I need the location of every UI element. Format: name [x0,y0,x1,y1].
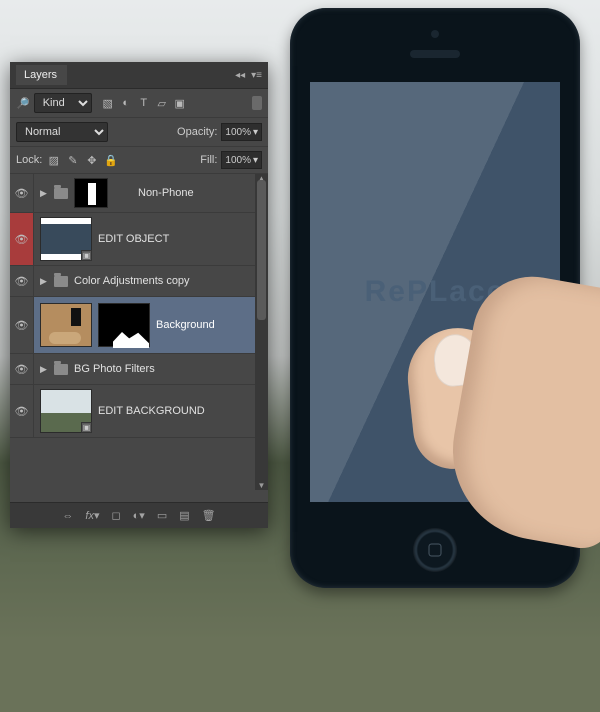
layer-thumbnail[interactable]: ▣ [40,389,92,433]
disclosure-icon[interactable]: ▶ [40,276,48,287]
fill-input[interactable]: 100%▾ [221,151,262,169]
panel-bottombar: ⇔ fx▾ ◻ ◐▾ ▭ ▤ 🗑 [10,502,268,528]
folder-icon [54,188,68,199]
phone-earpiece [410,50,460,58]
disclosure-icon[interactable]: ▶ [40,188,48,199]
new-layer-icon[interactable]: ▤ [179,509,189,522]
adjust-filter-icon[interactable]: ◐ [118,95,134,111]
visibility-toggle[interactable]: 👁 [15,233,29,246]
fill-label: Fill: [200,154,217,166]
panel-menu-icon[interactable]: ▾≡ [251,70,262,81]
shape-filter-icon[interactable]: ▱ [154,95,170,111]
smartobject-badge-icon: ▣ [81,422,92,433]
layers-panel: Layers ◂◂ ▾≡ 🔎 Kind ▧ ◐ T ▱ ▣ Normal Opa… [10,62,268,528]
lock-transparent-icon[interactable]: ▨ [46,154,61,167]
layer-row-color-adjustments[interactable]: 👁 ▶ Color Adjustments copy [10,266,268,297]
layer-row-background[interactable]: 👁 Background [10,297,268,354]
adjustment-layer-icon[interactable]: ◐▾ [133,509,145,522]
blend-row: Normal Opacity: 100%▾ [10,118,268,147]
scroll-down-icon[interactable]: ▼ [257,480,266,490]
filter-row: 🔎 Kind ▧ ◐ T ▱ ▣ [10,89,268,118]
smartobject-badge-icon: ▣ [81,250,92,261]
visibility-toggle[interactable]: 👁 [15,275,29,288]
layer-row-edit-object[interactable]: 👁 ▣ EDIT OBJECT [10,213,268,266]
lock-label: Lock: [16,154,42,166]
layer-mask-thumb[interactable] [98,303,150,347]
folder-icon [54,276,68,287]
lock-pixels-icon[interactable]: ✎ [65,154,80,167]
pixel-filter-icon[interactable]: ▧ [100,95,116,111]
home-button [413,528,457,572]
chevron-down-icon[interactable]: ▾ [253,155,258,166]
chevron-down-icon[interactable]: ▾ [253,127,258,138]
opacity-input[interactable]: 100%▾ [221,123,262,141]
filter-type-icons: ▧ ◐ T ▱ ▣ [100,95,188,111]
visibility-toggle[interactable]: 👁 [15,319,29,332]
layer-name[interactable]: EDIT BACKGROUND [98,405,205,417]
add-mask-icon[interactable]: ◻ [112,509,121,522]
layers-scrollbar[interactable]: ▲ ▼ [255,174,268,490]
layer-mask-thumb[interactable] [74,178,108,208]
visibility-toggle[interactable]: 👁 [15,187,29,200]
search-icon[interactable]: 🔎 [16,97,30,110]
lock-position-icon[interactable]: ✥ [84,154,99,167]
fx-icon[interactable]: fx▾ [85,509,99,522]
phone-camera [431,30,439,38]
kind-filter-select[interactable]: Kind [34,93,92,113]
layer-name[interactable]: EDIT OBJECT [98,233,169,245]
lock-row: Lock: ▨ ✎ ✥ 🔒 Fill: 100%▾ [10,147,268,174]
panel-titlebar[interactable]: Layers ◂◂ ▾≡ [10,62,268,89]
layer-name[interactable]: Background [156,319,215,331]
visibility-toggle[interactable]: 👁 [15,405,29,418]
lock-all-icon[interactable]: 🔒 [103,154,118,167]
panel-tab-layers[interactable]: Layers [16,65,67,85]
link-layers-icon[interactable]: ⇔ [62,510,73,522]
layer-name[interactable]: Non-Phone [138,187,194,199]
disclosure-icon[interactable]: ▶ [40,364,48,375]
layer-row-edit-background[interactable]: 👁 ▣ EDIT BACKGROUND [10,385,268,438]
smart-filter-icon[interactable]: ▣ [172,95,188,111]
collapse-icon[interactable]: ◂◂ [235,70,245,81]
filter-toggle-icon[interactable] [252,96,262,110]
layer-row-non-phone[interactable]: 👁 ▶ Non-Phone [10,174,268,213]
layer-name[interactable]: Color Adjustments copy [74,275,190,287]
blend-mode-select[interactable]: Normal [16,122,108,142]
type-filter-icon[interactable]: T [136,95,152,111]
scroll-thumb[interactable] [257,180,266,320]
opacity-label: Opacity: [177,126,217,138]
visibility-toggle[interactable]: 👁 [15,363,29,376]
layer-thumbnail[interactable]: ▣ [40,217,92,261]
folder-icon [54,364,68,375]
layers-list: 👁 ▶ Non-Phone 👁 ▣ EDIT OBJECT [10,174,268,490]
trash-icon[interactable]: 🗑 [202,509,216,522]
layer-name[interactable]: BG Photo Filters [74,363,155,375]
layer-thumbnail[interactable] [40,303,92,347]
new-group-icon[interactable]: ▭ [157,509,167,522]
layer-row-bg-photo-filters[interactable]: 👁 ▶ BG Photo Filters [10,354,268,385]
